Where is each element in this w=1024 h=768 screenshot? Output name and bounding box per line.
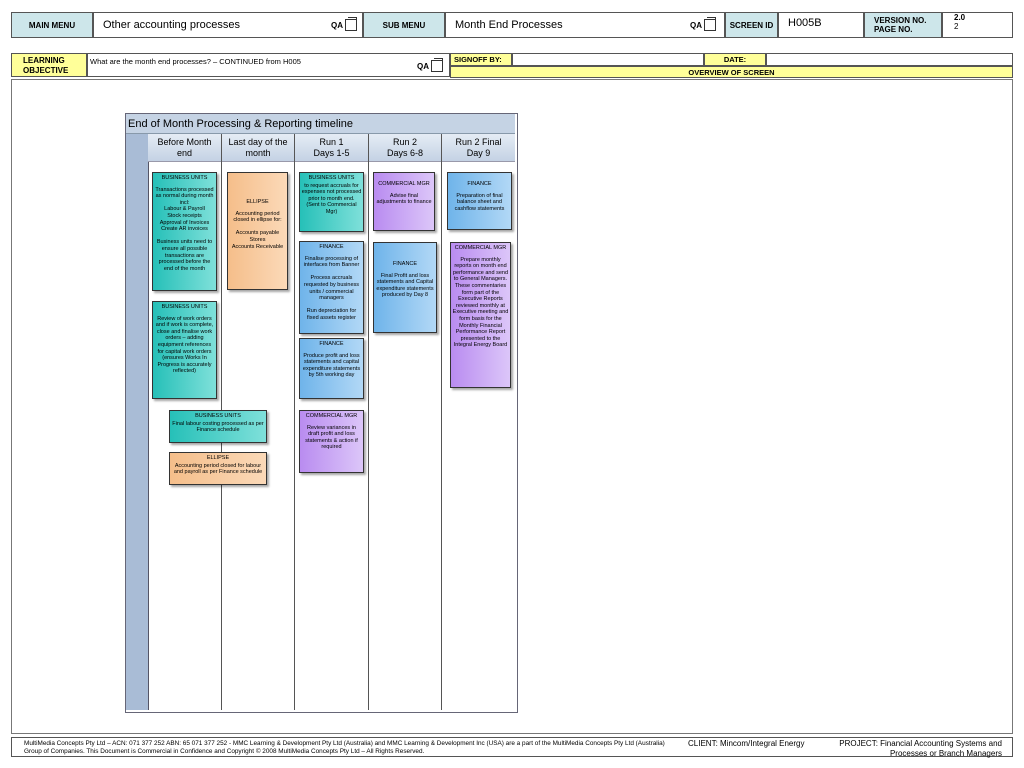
box-heading: BUSINESS UNITS: [161, 304, 208, 310]
diagram-title: End of Month Processing & Reporting time…: [126, 114, 515, 134]
box-heading: BUSINESS UNITS: [161, 175, 208, 181]
box-heading: COMMERCIAL MGR: [378, 181, 430, 187]
footer-copyright: MultiMedia Concepts Pty Ltd – ACN: 071 3…: [24, 740, 665, 755]
finance-box: FINANCE Preparation of final balance she…: [447, 172, 512, 230]
main-menu-label: MAIN MENU: [11, 12, 93, 38]
commercial-mgr-box: COMMERCIAL MGR Prepare monthly reports o…: [450, 242, 511, 388]
checkbox-icon: [345, 17, 357, 31]
main-menu-value: Other accounting processes: [93, 12, 363, 38]
qa-label: QA: [417, 61, 429, 71]
main-menu-text: Other accounting processes: [103, 19, 240, 31]
box-body: Advise final adjustments to finance: [376, 192, 432, 206]
column-header-line2: Days 6-8: [386, 148, 423, 158]
checkbox-icon: [431, 58, 443, 72]
overview-label: OVERVIEW OF SCREEN: [450, 66, 1013, 78]
learning-qa-checkbox[interactable]: QA: [417, 58, 443, 72]
column-header-line1: Before Month: [157, 137, 212, 147]
screen-id-text: H005B: [788, 17, 822, 29]
column-header: Run 1 Days 1-5: [295, 134, 368, 162]
commercial-mgr-box: COMMERCIAL MGR Advise final adjustments …: [373, 172, 435, 231]
page-value: 2: [954, 22, 959, 31]
timeline-diagram: End of Month Processing & Reporting time…: [125, 113, 518, 713]
box-body: Preparation of final balance sheet and c…: [454, 192, 505, 212]
finance-box: FINANCE Produce profit and loss statemen…: [299, 338, 364, 399]
box-body: Review of work orders and if work is com…: [155, 315, 214, 375]
commercial-mgr-box: COMMERCIAL MGR Review variances in draft…: [299, 410, 364, 473]
footer-client: CLIENT: Mincom/Integral Energy: [688, 739, 805, 748]
sub-menu-label: SUB MENU: [363, 12, 445, 38]
footer: MultiMedia Concepts Pty Ltd – ACN: 071 3…: [11, 737, 1013, 758]
box-body: to request accruals for expenses not pro…: [301, 182, 362, 215]
learning-objective-text: What are the month end processes? – CONT…: [87, 53, 450, 77]
qa-label: QA: [331, 20, 343, 30]
sub-menu-text: Month End Processes: [455, 19, 563, 31]
business-units-box: BUSINESS UNITS Final labour costing proc…: [169, 410, 267, 443]
learning-objective-value: What are the month end processes? – CONT…: [90, 57, 301, 66]
box-heading: BUSINESS UNITS: [195, 413, 241, 419]
sub-menu-qa-checkbox[interactable]: QA: [690, 17, 716, 31]
footer-project: PROJECT: Financial Accounting Systems an…: [839, 739, 1002, 758]
box-body: Final Profit and loss statements and Cap…: [376, 272, 434, 299]
signoff-label: SIGNOFF BY:: [450, 53, 512, 66]
business-units-box: BUSINESS UNITS Transactions processed as…: [152, 172, 217, 291]
box-heading: FINANCE: [392, 261, 418, 267]
box-heading: FINANCE: [319, 341, 344, 347]
column-header: Run 2 Days 6-8: [369, 134, 441, 162]
business-units-box: BUSINESS UNITS Review of work orders and…: [152, 301, 217, 399]
version-value: 2.0: [954, 13, 966, 22]
learning-label-line1: LEARNING: [23, 56, 65, 65]
ellipse-box: ELLIPSE Accounting period closed for lab…: [169, 452, 267, 485]
box-heading: FINANCE: [467, 181, 492, 187]
column-header-line2: end: [176, 148, 193, 158]
page-label: PAGE NO.: [874, 25, 913, 34]
box-body: Finalise processing of interfaces from B…: [303, 255, 360, 321]
ellipse-box: ELLIPSE Accounting period closed in elli…: [227, 172, 288, 290]
box-body: Final labour costing processed as per Fi…: [172, 420, 264, 434]
column-header-line1: Run 2 Final: [455, 137, 502, 147]
box-heading: COMMERCIAL MGR: [305, 413, 358, 419]
version-label: VERSION NO.: [874, 16, 927, 25]
box-heading: COMMERCIAL MGR: [454, 245, 507, 251]
column-header: Run 2 Final Day 9: [442, 134, 515, 162]
box-heading: BUSINESS UNITS: [308, 175, 355, 181]
box-body: Prepare monthly reports on month end per…: [452, 256, 509, 349]
date-label: DATE:: [704, 53, 766, 66]
column-header-line1: Last day of the: [228, 137, 288, 147]
box-body: Produce profit and loss statements and c…: [302, 352, 361, 379]
column-header-line2: Day 9: [466, 148, 491, 158]
qa-label: QA: [690, 20, 702, 30]
box-heading: ELLIPSE: [206, 455, 230, 461]
box-heading: FINANCE: [319, 244, 344, 250]
column-header-line1: Run 2: [392, 137, 418, 147]
date-field[interactable]: [766, 53, 1013, 66]
learning-label-line2: OBJECTIVE: [23, 66, 69, 75]
signoff-field[interactable]: [512, 53, 704, 66]
box-body: Transactions processed as normal during …: [155, 186, 214, 272]
finance-box: FINANCE Final Profit and loss statements…: [373, 242, 437, 333]
checkbox-icon: [704, 17, 716, 31]
version-page-value: 2.0 2: [942, 12, 1013, 38]
business-units-box: BUSINESS UNITS to request accruals for e…: [299, 172, 364, 232]
column-header-line2: Days 1-5: [313, 148, 350, 158]
box-body: Accounting period closed for labour and …: [173, 462, 263, 476]
column-header: Last day of the month: [222, 134, 294, 162]
sub-menu-value: Month End Processes: [445, 12, 725, 38]
screen-id-value: H005B: [778, 12, 864, 38]
column-header: Before Month end: [148, 134, 221, 162]
diagram-side-strip: [126, 134, 149, 710]
main-menu-qa-checkbox[interactable]: QA: [331, 17, 357, 31]
finance-box: FINANCE Finalise processing of interface…: [299, 241, 364, 334]
column-header-line2: month: [245, 148, 271, 158]
box-body: Review variances in draft profit and los…: [305, 424, 358, 451]
column-header-line1: Run 1: [319, 137, 344, 147]
box-heading: ELLIPSE: [246, 199, 269, 205]
version-page-label: VERSION NO. PAGE NO.: [864, 12, 942, 38]
screen-id-label: SCREEN ID: [725, 12, 778, 38]
learning-objective-label: LEARNING OBJECTIVE: [11, 53, 87, 77]
box-body: Accounting period closed in ellipse for:…: [231, 210, 284, 250]
